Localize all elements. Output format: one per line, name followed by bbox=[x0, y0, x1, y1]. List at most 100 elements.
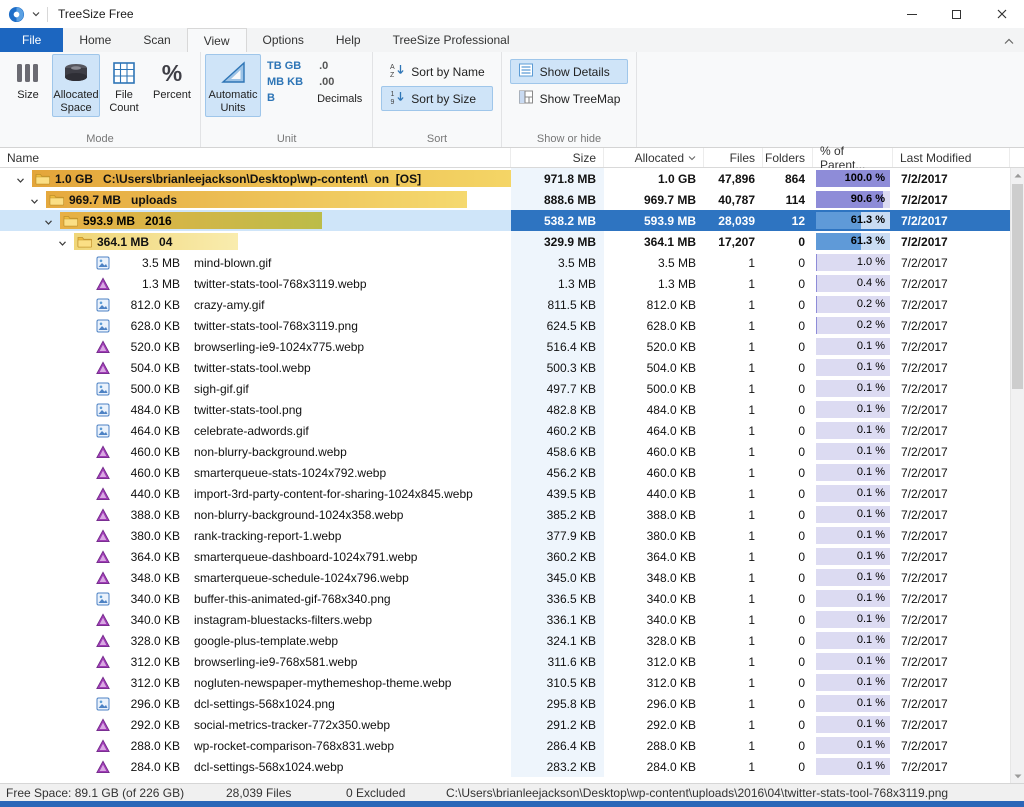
table-row[interactable]: 593.9 MB2016538.2 MB593.9 MB28,0391261.3… bbox=[0, 210, 1010, 231]
name-cell[interactable]: 284.0 KBdcl-settings-568x1024.webp bbox=[0, 756, 511, 777]
scrollbar-thumb[interactable] bbox=[1012, 184, 1023, 389]
close-button[interactable] bbox=[979, 0, 1024, 28]
table-row[interactable]: 380.0 KBrank-tracking-report-1.webp377.9… bbox=[0, 525, 1010, 546]
name-cell[interactable]: 364.1 MB04 bbox=[0, 231, 511, 252]
tab-view[interactable]: View bbox=[187, 28, 247, 52]
expand-chevron-icon[interactable] bbox=[30, 195, 39, 204]
column-header-pct-of-parent[interactable]: % of Parent... bbox=[813, 148, 893, 167]
sort-by-name-button[interactable]: AZ Sort by Name bbox=[381, 59, 492, 84]
name-cell[interactable]: 388.0 KBnon-blurry-background-1024x358.w… bbox=[0, 504, 511, 525]
unit-tb-gb-button[interactable]: TB GB bbox=[267, 60, 303, 72]
name-cell[interactable]: 1.3 MBtwitter-stats-tool-768x3119.webp bbox=[0, 273, 511, 294]
table-row[interactable]: 388.0 KBnon-blurry-background-1024x358.w… bbox=[0, 504, 1010, 525]
expand-chevron-icon[interactable] bbox=[58, 237, 67, 246]
table-row[interactable]: 1.0 GBC:\Users\brianleejackson\Desktop\w… bbox=[0, 168, 1010, 189]
column-header-files[interactable]: Files bbox=[704, 148, 763, 167]
tab-scan[interactable]: Scan bbox=[127, 28, 186, 52]
name-cell[interactable]: 500.0 KBsigh-gif.gif bbox=[0, 378, 511, 399]
name-cell[interactable]: 340.0 KBinstagram-bluestacks-filters.web… bbox=[0, 609, 511, 630]
maximize-button[interactable] bbox=[934, 0, 979, 28]
table-row[interactable]: 520.0 KBbrowserling-ie9-1024x775.webp516… bbox=[0, 336, 1010, 357]
name-cell[interactable]: 504.0 KBtwitter-stats-tool.webp bbox=[0, 357, 511, 378]
name-cell[interactable]: 3.5 MBmind-blown.gif bbox=[0, 252, 511, 273]
name-cell[interactable]: 312.0 KBbrowserling-ie9-768x581.webp bbox=[0, 651, 511, 672]
name-cell[interactable]: 288.0 KBwp-rocket-comparison-768x831.web… bbox=[0, 735, 511, 756]
table-row[interactable]: 292.0 KBsocial-metrics-tracker-772x350.w… bbox=[0, 714, 1010, 735]
column-header-allocated[interactable]: Allocated bbox=[604, 148, 704, 167]
table-row[interactable]: 464.0 KBcelebrate-adwords.gif460.2 KB464… bbox=[0, 420, 1010, 441]
column-header-size[interactable]: Size bbox=[511, 148, 604, 167]
tab-treesize-professional[interactable]: TreeSize Professional bbox=[377, 28, 526, 52]
table-row[interactable]: 440.0 KBimport-3rd-party-content-for-sha… bbox=[0, 483, 1010, 504]
table-row[interactable]: 312.0 KBnogluten-newspaper-mythemeshop-t… bbox=[0, 672, 1010, 693]
show-details-button[interactable]: Show Details bbox=[510, 59, 629, 84]
table-row[interactable]: 364.0 KBsmarterqueue-dashboard-1024x791.… bbox=[0, 546, 1010, 567]
table-row[interactable]: 504.0 KBtwitter-stats-tool.webp500.3 KB5… bbox=[0, 357, 1010, 378]
name-cell[interactable]: 593.9 MB2016 bbox=[0, 210, 511, 231]
name-cell[interactable]: 364.0 KBsmarterqueue-dashboard-1024x791.… bbox=[0, 546, 511, 567]
table-row[interactable]: 312.0 KBbrowserling-ie9-768x581.webp311.… bbox=[0, 651, 1010, 672]
percent-mode-button[interactable]: % Percent bbox=[148, 54, 196, 105]
table-row[interactable]: 328.0 KBgoogle-plus-template.webp324.1 K… bbox=[0, 630, 1010, 651]
automatic-units-button[interactable]: Automatic Units bbox=[205, 54, 261, 117]
tab-options[interactable]: Options bbox=[247, 28, 320, 52]
show-treemap-button[interactable]: Show TreeMap bbox=[510, 86, 629, 111]
name-cell[interactable]: 484.0 KBtwitter-stats-tool.png bbox=[0, 399, 511, 420]
table-row[interactable]: 1.3 MBtwitter-stats-tool-768x3119.webp1.… bbox=[0, 273, 1010, 294]
tab-home[interactable]: Home bbox=[63, 28, 127, 52]
table-row[interactable]: 484.0 KBtwitter-stats-tool.png482.8 KB48… bbox=[0, 399, 1010, 420]
collapse-ribbon-icon[interactable] bbox=[1004, 34, 1014, 48]
name-cell[interactable]: 812.0 KBcrazy-amy.gif bbox=[0, 294, 511, 315]
table-row[interactable]: 340.0 KBbuffer-this-animated-gif-768x340… bbox=[0, 588, 1010, 609]
unit-mb-kb-button[interactable]: MB KB bbox=[267, 76, 303, 88]
name-cell[interactable]: 464.0 KBcelebrate-adwords.gif bbox=[0, 420, 511, 441]
column-header-name[interactable]: Name bbox=[0, 148, 511, 167]
decimals-decrease-button[interactable]: .00 bbox=[315, 74, 338, 90]
name-cell[interactable]: 380.0 KBrank-tracking-report-1.webp bbox=[0, 525, 511, 546]
table-row[interactable]: 628.0 KBtwitter-stats-tool-768x3119.png6… bbox=[0, 315, 1010, 336]
name-cell[interactable]: 460.0 KBsmarterqueue-stats-1024x792.webp bbox=[0, 462, 511, 483]
minimize-button[interactable] bbox=[889, 0, 934, 28]
column-header-folders[interactable]: Folders bbox=[763, 148, 813, 167]
name-cell[interactable]: 440.0 KBimport-3rd-party-content-for-sha… bbox=[0, 483, 511, 504]
sort-by-size-button[interactable]: 19 Sort by Size bbox=[381, 86, 492, 111]
name-cell[interactable]: 628.0 KBtwitter-stats-tool-768x3119.png bbox=[0, 315, 511, 336]
tab-file[interactable]: File bbox=[0, 28, 63, 52]
expand-chevron-icon[interactable] bbox=[16, 174, 25, 183]
decimals-increase-button[interactable]: .0 bbox=[315, 58, 332, 74]
name-cell[interactable]: 520.0 KBbrowserling-ie9-1024x775.webp bbox=[0, 336, 511, 357]
expand-chevron-icon[interactable] bbox=[44, 216, 53, 225]
name-cell[interactable]: 969.7 MBuploads bbox=[0, 189, 511, 210]
unit-b-button[interactable]: B bbox=[267, 92, 303, 104]
name-cell[interactable]: 292.0 KBsocial-metrics-tracker-772x350.w… bbox=[0, 714, 511, 735]
decimals-label[interactable]: Decimals bbox=[315, 93, 362, 105]
name-cell[interactable]: 340.0 KBbuffer-this-animated-gif-768x340… bbox=[0, 588, 511, 609]
allocated-space-button[interactable]: Allocated Space bbox=[52, 54, 100, 117]
table-row[interactable]: 460.0 KBsmarterqueue-stats-1024x792.webp… bbox=[0, 462, 1010, 483]
table-row[interactable]: 288.0 KBwp-rocket-comparison-768x831.web… bbox=[0, 735, 1010, 756]
table-row[interactable]: 364.1 MB04329.9 MB364.1 MB17,207061.3 %7… bbox=[0, 231, 1010, 252]
scroll-up-icon[interactable] bbox=[1011, 168, 1024, 182]
table-row[interactable]: 284.0 KBdcl-settings-568x1024.webp283.2 … bbox=[0, 756, 1010, 777]
name-cell[interactable]: 1.0 GBC:\Users\brianleejackson\Desktop\w… bbox=[0, 168, 511, 189]
table-row[interactable]: 296.0 KBdcl-settings-568x1024.png295.8 K… bbox=[0, 693, 1010, 714]
quick-access-caret-icon[interactable] bbox=[32, 11, 40, 17]
table-row[interactable]: 460.0 KBnon-blurry-background.webp458.6 … bbox=[0, 441, 1010, 462]
scroll-down-icon[interactable] bbox=[1011, 769, 1024, 783]
name-cell[interactable]: 348.0 KBsmarterqueue-schedule-1024x796.w… bbox=[0, 567, 511, 588]
name-cell[interactable]: 312.0 KBnogluten-newspaper-mythemeshop-t… bbox=[0, 672, 511, 693]
table-row[interactable]: 812.0 KBcrazy-amy.gif811.5 KB812.0 KB100… bbox=[0, 294, 1010, 315]
file-count-button[interactable]: File Count bbox=[100, 54, 148, 117]
table-row[interactable]: 500.0 KBsigh-gif.gif497.7 KB500.0 KB100.… bbox=[0, 378, 1010, 399]
name-cell[interactable]: 460.0 KBnon-blurry-background.webp bbox=[0, 441, 511, 462]
table-row[interactable]: 969.7 MBuploads888.6 MB969.7 MB40,787114… bbox=[0, 189, 1010, 210]
column-header-last-modified[interactable]: Last Modified bbox=[893, 148, 1010, 167]
size-mode-button[interactable]: Size bbox=[4, 54, 52, 105]
table-row[interactable]: 3.5 MBmind-blown.gif3.5 MB3.5 MB101.0 %7… bbox=[0, 252, 1010, 273]
table-row[interactable]: 340.0 KBinstagram-bluestacks-filters.web… bbox=[0, 609, 1010, 630]
tab-help[interactable]: Help bbox=[320, 28, 377, 52]
name-cell[interactable]: 328.0 KBgoogle-plus-template.webp bbox=[0, 630, 511, 651]
name-cell[interactable]: 296.0 KBdcl-settings-568x1024.png bbox=[0, 693, 511, 714]
vertical-scrollbar[interactable] bbox=[1010, 168, 1024, 783]
table-row[interactable]: 348.0 KBsmarterqueue-schedule-1024x796.w… bbox=[0, 567, 1010, 588]
